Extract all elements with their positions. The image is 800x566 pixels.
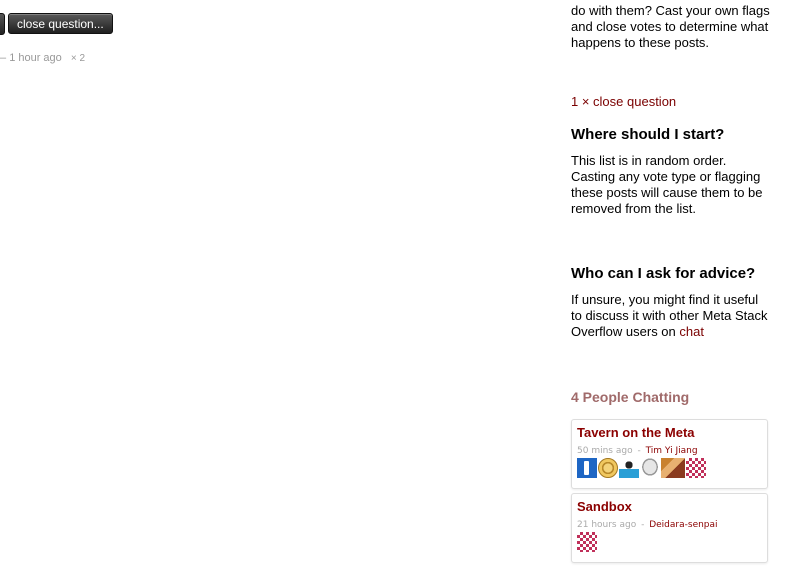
chat-room-card[interactable]: Sandbox 21 hours ago - Deidara-senpai [571, 493, 768, 563]
room-meta: 21 hours ago - Deidara-senpai [577, 517, 718, 533]
meta-time: 1 hour ago [9, 52, 62, 64]
room-time: 21 hours ago [577, 520, 637, 530]
chat-room-card[interactable]: Tavern on the Meta 50 mins ago - Tim Yi … [571, 419, 768, 489]
room-name[interactable]: Tavern on the Meta [577, 425, 695, 441]
where-to-start-text: This list is in random order. Casting an… [571, 153, 763, 216]
room-sep: - [637, 446, 641, 456]
advice-text: If unsure, you might find it useful to d… [571, 292, 771, 340]
room-time: 50 mins ago [577, 446, 633, 456]
pixel-avatar[interactable] [686, 458, 706, 478]
meta-count: × 2 [70, 53, 86, 64]
room-sep: - [641, 520, 645, 530]
meta-dash: – [0, 52, 7, 64]
pixel-avatar[interactable] [577, 532, 597, 552]
blue-stack-avatar[interactable] [577, 458, 597, 478]
advice-body: If unsure, you might find it useful to d… [571, 292, 768, 339]
room-avatars [577, 532, 597, 554]
question-meta: – 1 hour ago × 2 [0, 52, 85, 64]
skull-avatar[interactable] [640, 458, 660, 478]
partial-button-edge[interactable] [0, 13, 5, 35]
intro-text: do with them? Cast your own flags and cl… [571, 3, 770, 50]
people-chatting-heading[interactable]: 4 People Chatting [571, 389, 689, 405]
close-question-filter-link[interactable]: 1 × close question [571, 94, 676, 110]
room-last-user[interactable]: Tim Yi Jiang [646, 446, 698, 456]
where-to-start-heading: Where should I start? [571, 126, 725, 143]
room-avatars [577, 458, 706, 480]
advice-heading: Who can I ask for advice? [571, 265, 756, 282]
room-last-user[interactable]: Deidara-senpai [649, 520, 717, 530]
photo-avatar[interactable] [661, 458, 685, 478]
close-question-button[interactable]: close question... [8, 13, 113, 34]
review-page: close question... – 1 hour ago × 2 do wi… [0, 0, 800, 566]
coin-avatar[interactable] [598, 458, 618, 478]
chat-link[interactable]: chat [679, 324, 704, 339]
room-meta: 50 mins ago - Tim Yi Jiang [577, 443, 698, 459]
room-name[interactable]: Sandbox [577, 499, 632, 515]
robot-avatar[interactable] [619, 458, 639, 478]
